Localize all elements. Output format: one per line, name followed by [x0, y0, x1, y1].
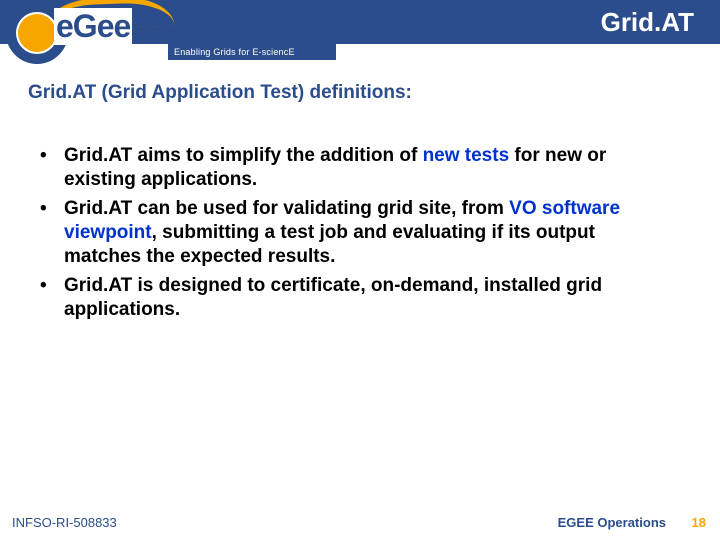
list-item: Grid.AT can be used for validating grid …: [38, 197, 676, 270]
list-item: Grid.AT is designed to certificate, on-d…: [38, 274, 676, 323]
footer-section: EGEE Operations: [558, 515, 666, 530]
slide-title: Grid.AT: [601, 7, 694, 38]
bullet-link: new tests: [423, 145, 510, 166]
list-item: Grid.AT aims to simplify the addition of…: [38, 144, 676, 193]
tagline: Enabling Grids for E-sciencE: [168, 44, 336, 60]
bullet-list: Grid.AT aims to simplify the addition of…: [38, 144, 676, 326]
logo-wordmark: eGee: [54, 8, 132, 45]
subtitle: Grid.AT (Grid Application Test) definiti…: [28, 82, 412, 104]
logo-ring-inner: [18, 14, 56, 52]
bullet-text-pre: Grid.AT aims to simplify the addition of: [64, 145, 423, 166]
bullet-text-pre: Grid.AT is designed to certificate, on-d…: [64, 275, 602, 320]
egee-logo: eGee: [6, 0, 166, 66]
footer-reference: INFSO-RI-508833: [12, 515, 117, 530]
bullet-text-pre: Grid.AT can be used for validating grid …: [64, 198, 509, 219]
page-number: 18: [692, 515, 706, 530]
slide: Grid.AT Enabling Grids for E-sciencE eGe…: [0, 0, 720, 540]
